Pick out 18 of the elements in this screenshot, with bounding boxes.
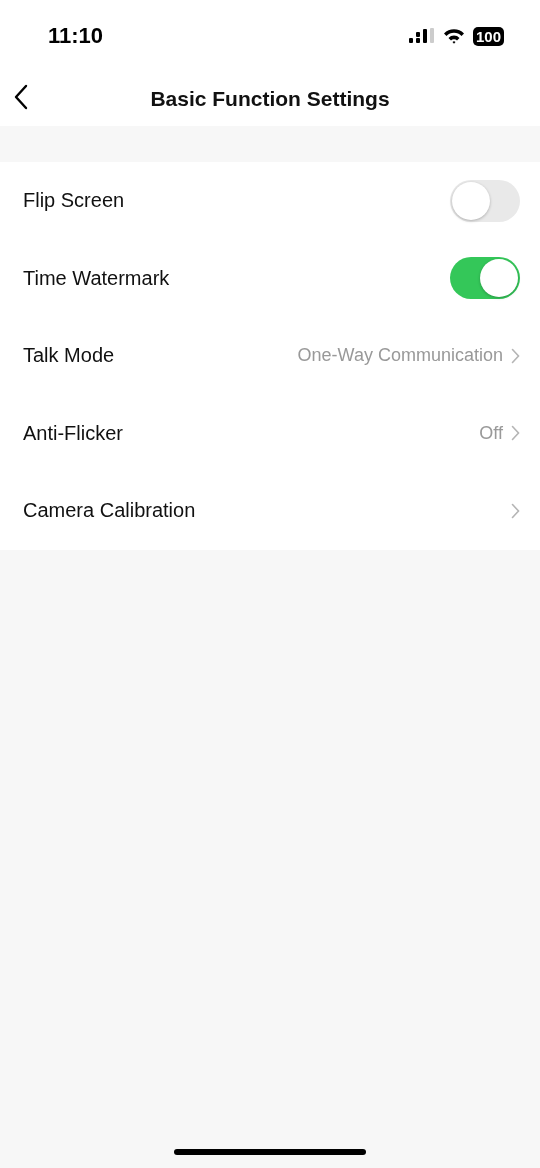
wifi-icon	[442, 28, 465, 44]
battery-icon: 100	[472, 26, 504, 46]
toggle-switch[interactable]	[450, 179, 520, 222]
page-title: Basic Function Settings	[150, 87, 390, 111]
chevron-icon[interactable]	[511, 347, 520, 364]
chevron-icon[interactable]	[511, 502, 520, 519]
setting-label: Talk Mode	[23, 344, 115, 368]
signal-icon	[408, 28, 435, 44]
setting-label: Camera Calibration	[23, 499, 196, 523]
status-time: 11:10	[48, 23, 104, 49]
chevron-icon[interactable]	[511, 425, 520, 442]
setting-label: Time Watermark	[23, 266, 170, 290]
setting-label: Flip Screen	[23, 189, 125, 213]
toggle-switch[interactable]	[450, 257, 520, 300]
back-icon[interactable]	[14, 84, 28, 110]
setting-value: Off	[479, 422, 503, 444]
setting-label: Anti-Flicker	[23, 421, 123, 445]
setting-value: One-Way Communication	[297, 345, 503, 367]
